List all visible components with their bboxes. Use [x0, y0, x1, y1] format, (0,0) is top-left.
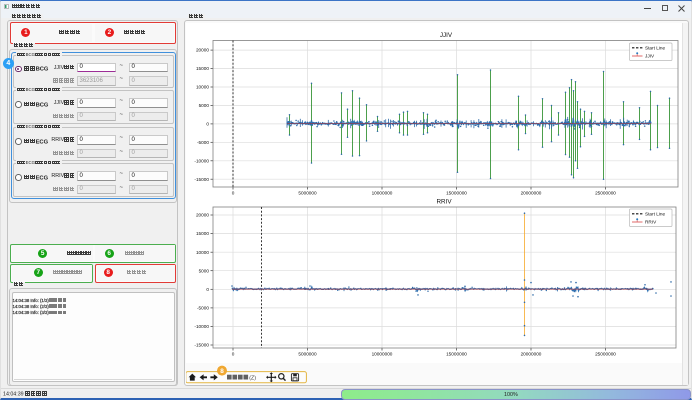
- svg-text:-10000: -10000: [194, 324, 209, 329]
- svg-text:20000000: 20000000: [521, 352, 542, 357]
- svg-text:15000: 15000: [196, 66, 209, 71]
- svg-text:Start Line: Start Line: [645, 46, 665, 51]
- svg-text:RRIV: RRIV: [645, 220, 657, 225]
- svg-text:(Z): (Z): [249, 375, 256, 381]
- svg-text:Start Line: Start Line: [645, 212, 665, 217]
- svg-text:-5000: -5000: [197, 306, 209, 311]
- svg-text:RRIV: RRIV: [436, 199, 452, 206]
- svg-text:20000000: 20000000: [521, 191, 542, 196]
- svg-text:-15000: -15000: [194, 343, 209, 348]
- svg-text:25000000: 25000000: [595, 352, 616, 357]
- svg-text:5000: 5000: [199, 103, 210, 108]
- svg-text:0: 0: [232, 352, 235, 357]
- svg-text:0: 0: [232, 191, 235, 196]
- svg-text:15000000: 15000000: [446, 191, 467, 196]
- svg-text:10000: 10000: [196, 250, 209, 255]
- svg-text:10000: 10000: [196, 85, 209, 90]
- svg-text:JJIV: JJIV: [440, 32, 453, 39]
- svg-text:20000: 20000: [196, 213, 209, 218]
- svg-text:15000: 15000: [196, 231, 209, 236]
- svg-text:-5000: -5000: [197, 140, 209, 145]
- svg-text:JJIV: JJIV: [645, 54, 655, 59]
- svg-text:25000000: 25000000: [595, 191, 616, 196]
- svg-text:8: 8: [220, 368, 224, 375]
- svg-text:10000000: 10000000: [372, 352, 393, 357]
- svg-text:0: 0: [206, 122, 209, 127]
- svg-text:5000000: 5000000: [298, 352, 317, 357]
- svg-text:-10000: -10000: [194, 158, 209, 163]
- svg-text:5000: 5000: [199, 268, 210, 273]
- svg-text:15000000: 15000000: [446, 352, 467, 357]
- svg-text:-15000: -15000: [194, 177, 209, 182]
- svg-text:20000: 20000: [196, 48, 209, 53]
- svg-text:0: 0: [206, 287, 209, 292]
- svg-text:5000000: 5000000: [298, 191, 317, 196]
- svg-text:10000000: 10000000: [372, 191, 393, 196]
